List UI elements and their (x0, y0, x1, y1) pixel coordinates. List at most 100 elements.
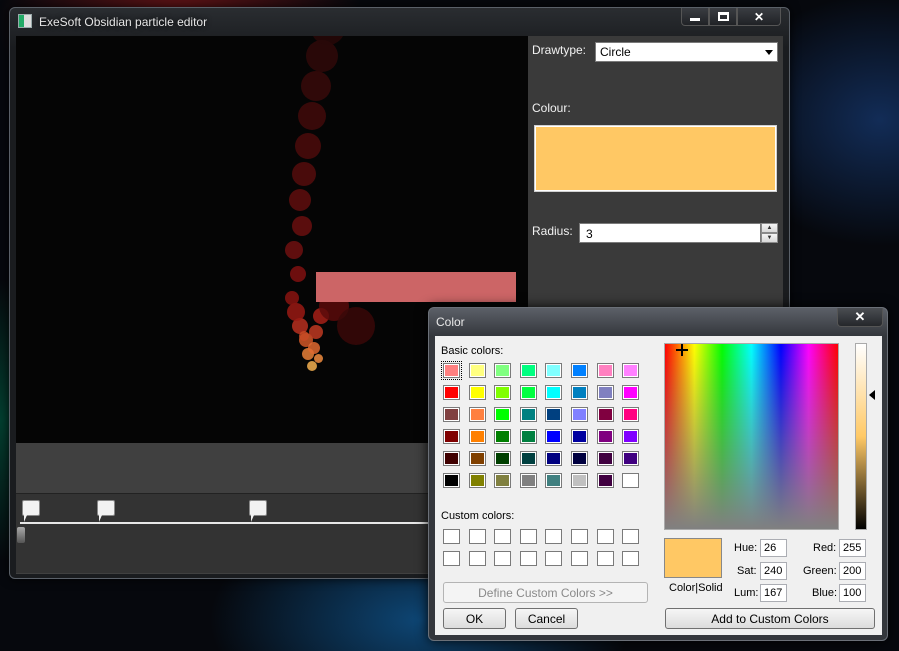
custom-color-swatch[interactable] (468, 551, 486, 566)
basic-color-swatch[interactable] (596, 385, 614, 400)
basic-color-swatch[interactable] (596, 429, 614, 444)
basic-color-swatch[interactable] (494, 407, 512, 422)
drawtype-select[interactable]: Circle (595, 42, 778, 62)
particle (292, 216, 312, 236)
basic-color-swatch[interactable] (519, 385, 537, 400)
custom-color-swatch[interactable] (494, 551, 512, 566)
basic-color-swatch[interactable] (596, 407, 614, 422)
basic-color-swatch[interactable] (596, 451, 614, 466)
radius-spinner[interactable]: ▲ ▼ (761, 223, 778, 243)
custom-color-swatch[interactable] (545, 551, 563, 566)
close-button[interactable]: ✕ (737, 8, 781, 26)
basic-color-swatch[interactable] (571, 363, 588, 378)
basic-color-swatch[interactable] (468, 407, 486, 422)
particle (301, 71, 331, 101)
app-icon (18, 14, 32, 28)
basic-color-swatch[interactable] (468, 451, 486, 466)
custom-color-swatch[interactable] (519, 529, 537, 544)
basic-color-swatch[interactable] (519, 363, 537, 378)
basic-color-swatch[interactable] (443, 473, 460, 488)
colour-swatch[interactable] (534, 125, 777, 192)
timeline-marker[interactable] (249, 500, 267, 522)
basic-color-swatch[interactable] (545, 385, 563, 400)
basic-color-swatch[interactable] (622, 473, 640, 488)
minimize-button[interactable] (681, 8, 709, 26)
basic-color-swatch[interactable] (571, 473, 588, 488)
cancel-button[interactable]: Cancel (515, 608, 578, 629)
basic-color-swatch[interactable] (545, 429, 563, 444)
particle (290, 266, 306, 282)
color-solid-label: Color|Solid (669, 582, 723, 594)
add-to-custom-colors-button[interactable]: Add to Custom Colors (665, 608, 875, 629)
basic-color-swatch[interactable] (494, 473, 512, 488)
basic-color-swatch[interactable] (494, 429, 512, 444)
basic-color-swatch[interactable] (571, 451, 588, 466)
blue-input[interactable]: 100 (839, 584, 866, 602)
basic-color-swatch[interactable] (571, 429, 588, 444)
basic-color-swatch[interactable] (468, 429, 486, 444)
spin-up-icon[interactable]: ▲ (761, 223, 778, 233)
custom-color-swatch[interactable] (596, 551, 614, 566)
basic-color-swatch[interactable] (468, 363, 486, 378)
timeline-playhead[interactable] (17, 527, 25, 543)
basic-color-swatch[interactable] (545, 363, 563, 378)
custom-color-swatch[interactable] (519, 551, 537, 566)
basic-color-swatch[interactable] (519, 407, 537, 422)
define-custom-colors-button: Define Custom Colors >> (443, 582, 648, 603)
custom-color-swatch[interactable] (571, 551, 588, 566)
timeline-marker[interactable] (97, 500, 115, 522)
custom-color-swatch[interactable] (443, 529, 460, 544)
basic-color-swatch[interactable] (519, 473, 537, 488)
drawtype-label: Drawtype: (532, 43, 587, 57)
maximize-button[interactable] (709, 8, 737, 26)
basic-color-swatch[interactable] (596, 363, 614, 378)
red-input[interactable]: 255 (839, 539, 866, 557)
basic-color-swatch[interactable] (494, 385, 512, 400)
custom-color-swatch[interactable] (468, 529, 486, 544)
color-spectrum[interactable] (664, 343, 839, 530)
sat-input[interactable]: 240 (760, 562, 787, 580)
basic-color-swatch[interactable] (494, 451, 512, 466)
basic-color-swatch[interactable] (596, 473, 614, 488)
basic-color-swatch[interactable] (468, 473, 486, 488)
spin-down-icon[interactable]: ▼ (761, 233, 778, 243)
luminosity-slider[interactable] (855, 343, 867, 530)
custom-color-swatch[interactable] (443, 551, 460, 566)
basic-color-swatch[interactable] (441, 361, 462, 380)
basic-color-swatch[interactable] (571, 385, 588, 400)
green-input[interactable]: 200 (839, 562, 866, 580)
basic-color-swatch[interactable] (519, 429, 537, 444)
basic-color-swatch[interactable] (545, 407, 563, 422)
basic-color-swatch[interactable] (443, 407, 460, 422)
basic-color-swatch[interactable] (545, 473, 563, 488)
radius-input[interactable]: 3 (579, 223, 761, 243)
basic-color-swatch[interactable] (622, 363, 640, 378)
ok-button[interactable]: OK (443, 608, 506, 629)
timeline-marker[interactable] (22, 500, 40, 522)
basic-color-swatch[interactable] (571, 407, 588, 422)
basic-color-swatch[interactable] (443, 429, 460, 444)
custom-color-swatch[interactable] (494, 529, 512, 544)
basic-color-swatch[interactable] (622, 429, 640, 444)
basic-color-swatch[interactable] (443, 385, 460, 400)
luminosity-arrow-icon[interactable] (869, 390, 875, 400)
custom-color-swatch[interactable] (622, 529, 640, 544)
custom-color-swatch[interactable] (571, 529, 588, 544)
basic-color-swatch[interactable] (622, 451, 640, 466)
custom-color-swatch[interactable] (545, 529, 563, 544)
basic-color-swatch[interactable] (622, 385, 640, 400)
basic-color-swatch[interactable] (519, 451, 537, 466)
basic-color-swatch[interactable] (545, 451, 563, 466)
custom-color-swatch[interactable] (622, 551, 640, 566)
emitter-rectangle[interactable] (316, 272, 516, 302)
basic-color-swatch[interactable] (494, 363, 512, 378)
basic-color-swatch[interactable] (622, 407, 640, 422)
lum-input[interactable]: 167 (760, 584, 787, 602)
hue-input[interactable]: 26 (760, 539, 787, 557)
color-dialog: Color ✕ Basic colors: Custom colors: Def… (428, 307, 888, 641)
custom-color-swatch[interactable] (596, 529, 614, 544)
basic-color-swatch[interactable] (443, 451, 460, 466)
dialog-close-button[interactable]: ✕ (837, 308, 883, 327)
particle (313, 353, 323, 363)
basic-color-swatch[interactable] (468, 385, 486, 400)
